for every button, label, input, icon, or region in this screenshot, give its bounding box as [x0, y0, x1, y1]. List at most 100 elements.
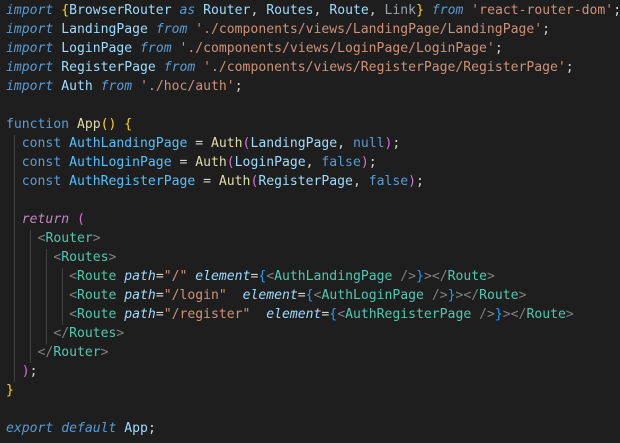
- code-token: Router: [53, 345, 101, 360]
- code-token: from: [431, 3, 464, 18]
- code-token: AuthRegisterPage: [345, 307, 472, 322]
- code-token: './components/views/RegisterPage/Registe…: [203, 60, 566, 75]
- code-line[interactable]: import {BrowserRouter as Router, Routes,…: [6, 1, 620, 20]
- code-token: ,: [337, 136, 353, 151]
- code-token: Route: [76, 269, 117, 284]
- code-token: <: [266, 269, 275, 284]
- code-token: Route: [447, 269, 488, 284]
- code-token: import: [6, 41, 54, 56]
- code-token: ;: [147, 421, 156, 436]
- code-line[interactable]: const AuthLoginPage = Auth(LoginPage, fa…: [6, 153, 377, 172]
- code-token: />: [400, 269, 417, 284]
- code-token: as: [179, 3, 196, 18]
- code-line[interactable]: export default App;: [6, 419, 156, 438]
- code-token: AuthLoginPage: [69, 155, 172, 170]
- code-line[interactable]: const AuthLandingPage = Auth(LandingPage…: [6, 134, 400, 153]
- code-token: AuthLoginPage: [321, 288, 424, 303]
- code-token: ;: [613, 3, 620, 18]
- code-token: }: [6, 383, 14, 398]
- code-token: ,: [250, 3, 267, 18]
- code-token: ></: [455, 288, 480, 303]
- code-line[interactable]: </Routes>: [6, 324, 124, 343]
- code-token: const: [21, 174, 62, 189]
- code-token: ): [21, 364, 30, 379]
- code-token: './components/views/LandingPage/LandingP…: [195, 22, 543, 37]
- code-token: element: [242, 288, 298, 303]
- code-token: "/login": [163, 288, 227, 303]
- code-token: Route: [479, 288, 519, 303]
- code-token: import: [6, 79, 54, 94]
- code-token: from: [140, 41, 172, 56]
- code-token: ,: [305, 155, 322, 170]
- code-line[interactable]: <Route path="/register" element={<AuthRe…: [6, 305, 574, 324]
- code-token: Router: [203, 3, 251, 18]
- code-token: Route: [76, 288, 117, 303]
- code-token: (: [226, 155, 235, 170]
- code-token: false: [368, 174, 409, 189]
- code-line[interactable]: );: [6, 362, 38, 381]
- code-line[interactable]: const AuthRegisterPage = Auth(RegisterPa…: [6, 172, 424, 191]
- code-token: LoginPage: [234, 155, 306, 170]
- code-token: >: [92, 231, 101, 246]
- code-token: ;: [392, 136, 401, 151]
- code-line[interactable]: function App() {: [6, 115, 132, 134]
- code-token: AuthLandingPage: [274, 269, 393, 284]
- code-token: Route: [526, 307, 566, 322]
- code-token: AuthRegisterPage: [69, 174, 196, 189]
- code-token: {: [329, 307, 338, 322]
- code-token: const: [21, 136, 62, 151]
- code-token: {: [124, 117, 133, 132]
- code-token: import: [6, 22, 54, 37]
- code-token: RegisterPage: [61, 60, 156, 75]
- code-token: <: [69, 269, 77, 284]
- code-token: }: [494, 307, 503, 322]
- code-token: ): [360, 155, 369, 170]
- code-token: >: [518, 288, 527, 303]
- code-line[interactable]: </Router>: [6, 343, 109, 362]
- code-token: />: [479, 307, 495, 322]
- code-line[interactable]: <Routes>: [6, 248, 116, 267]
- code-token: (): [100, 117, 117, 132]
- code-token: Routes: [61, 250, 109, 265]
- code-token: null: [352, 136, 385, 151]
- code-line[interactable]: <Route path="/login" element={<AuthLogin…: [6, 286, 526, 305]
- code-token: </: [53, 326, 70, 341]
- code-token: >: [565, 307, 574, 322]
- code-token: Auth: [195, 155, 227, 170]
- code-token: ): [408, 174, 417, 189]
- code-token: from: [155, 22, 188, 37]
- code-token: BrowserRouter: [69, 3, 172, 18]
- code-token: path: [124, 307, 156, 322]
- code-token: App: [76, 117, 101, 132]
- code-line[interactable]: import LandingPage from './components/vi…: [6, 20, 550, 39]
- code-token: const: [21, 155, 62, 170]
- code-token: from: [100, 79, 133, 94]
- code-line[interactable]: import Auth from './hoc/auth';: [6, 77, 243, 96]
- code-editor[interactable]: import { BrowserRouter as Router, Routes,…: [0, 0, 620, 443]
- code-line[interactable]: <Route path="/" element={<AuthLandingPag…: [6, 267, 495, 286]
- code-token: LoginPage: [61, 41, 133, 56]
- code-line[interactable]: import RegisterPage from './components/v…: [6, 58, 574, 77]
- code-line[interactable]: return (: [6, 210, 85, 229]
- code-token: Auth: [61, 79, 93, 94]
- code-line[interactable]: import LoginPage from './components/view…: [6, 39, 503, 58]
- code-token: ;: [494, 41, 503, 56]
- code-token: >: [100, 345, 109, 360]
- code-line[interactable]: }: [6, 381, 14, 400]
- code-line[interactable]: <Router>: [6, 229, 101, 248]
